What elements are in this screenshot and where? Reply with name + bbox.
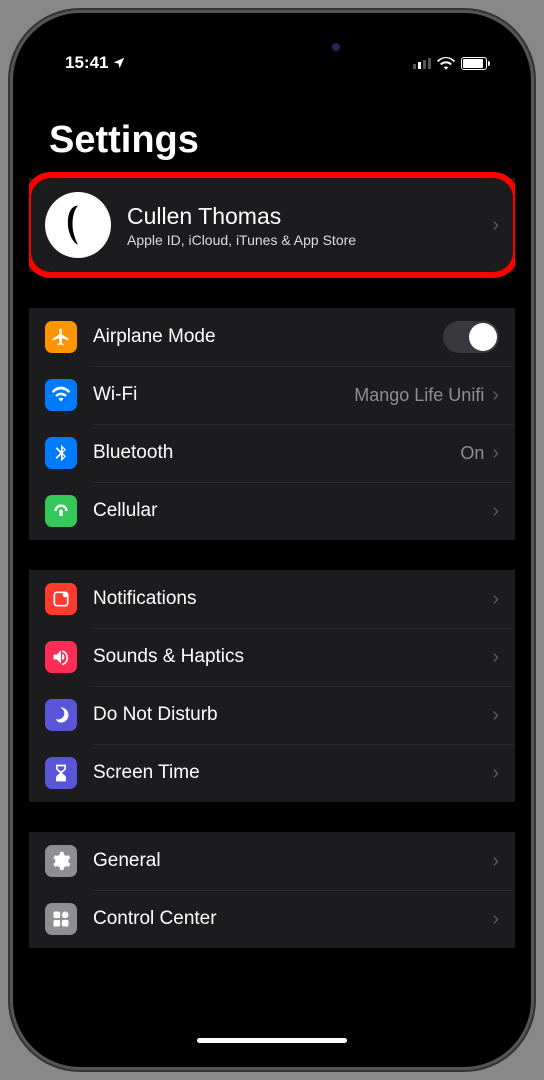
- chevron-right-icon: ›: [492, 908, 499, 931]
- chevron-right-icon: ›: [492, 762, 499, 785]
- hourglass-icon: [45, 757, 77, 789]
- status-time: 15:41: [65, 53, 108, 73]
- general-group: General › Control Center ›: [29, 832, 515, 948]
- chevron-right-icon: ›: [492, 588, 499, 611]
- gear-icon: [45, 845, 77, 877]
- connectivity-group: Airplane Mode Wi-Fi Mango Life Unifi › B…: [29, 308, 515, 540]
- battery-icon: [461, 57, 487, 70]
- general-label: General: [93, 850, 492, 872]
- bluetooth-icon: [45, 437, 77, 469]
- notifications-group: Notifications › Sounds & Haptics › Do No…: [29, 570, 515, 802]
- cellular-label: Cellular: [93, 500, 492, 522]
- chevron-right-icon: ›: [492, 384, 499, 407]
- home-indicator[interactable]: [197, 1038, 347, 1043]
- wifi-value: Mango Life Unifi: [354, 385, 484, 406]
- phone-frame: 15:41 Settings: [10, 10, 534, 1070]
- airplane-label: Airplane Mode: [93, 326, 443, 348]
- bluetooth-row[interactable]: Bluetooth On ›: [29, 424, 515, 482]
- wifi-icon: [437, 56, 455, 70]
- avatar: [45, 192, 111, 258]
- wifi-row[interactable]: Wi-Fi Mango Life Unifi ›: [29, 366, 515, 424]
- chevron-right-icon: ›: [492, 704, 499, 727]
- dnd-row[interactable]: Do Not Disturb ›: [29, 686, 515, 744]
- control-center-icon: [45, 903, 77, 935]
- airplane-mode-row[interactable]: Airplane Mode: [29, 308, 515, 366]
- profile-name: Cullen Thomas: [127, 203, 476, 230]
- notch: [162, 29, 382, 61]
- apple-id-row[interactable]: Cullen Thomas Apple ID, iCloud, iTunes &…: [29, 178, 515, 272]
- settings-content: Settings Cullen Thomas Apple ID, iCloud,…: [29, 99, 515, 1051]
- cellular-signal-icon: [413, 57, 431, 69]
- airplane-toggle[interactable]: [443, 321, 499, 353]
- cellular-row[interactable]: Cellular ›: [29, 482, 515, 540]
- notifications-icon: [45, 583, 77, 615]
- chevron-right-icon: ›: [492, 646, 499, 669]
- sounds-icon: [45, 641, 77, 673]
- notifications-label: Notifications: [93, 588, 492, 610]
- location-icon: [112, 56, 126, 70]
- bluetooth-label: Bluetooth: [93, 442, 460, 464]
- chevron-right-icon: ›: [492, 850, 499, 873]
- control-center-row[interactable]: Control Center ›: [29, 890, 515, 948]
- chevron-right-icon: ›: [492, 442, 499, 465]
- profile-subtitle: Apple ID, iCloud, iTunes & App Store: [127, 232, 476, 248]
- bluetooth-value: On: [460, 443, 484, 464]
- cellular-icon: [45, 495, 77, 527]
- profile-group: Cullen Thomas Apple ID, iCloud, iTunes &…: [29, 178, 515, 272]
- wifi-label: Wi-Fi: [93, 384, 354, 406]
- screen: 15:41 Settings: [29, 29, 515, 1051]
- notifications-row[interactable]: Notifications ›: [29, 570, 515, 628]
- airplane-icon: [45, 321, 77, 353]
- sounds-row[interactable]: Sounds & Haptics ›: [29, 628, 515, 686]
- screentime-label: Screen Time: [93, 762, 492, 784]
- wifi-settings-icon: [45, 379, 77, 411]
- general-row[interactable]: General ›: [29, 832, 515, 890]
- control-center-label: Control Center: [93, 908, 492, 930]
- chevron-right-icon: ›: [492, 500, 499, 523]
- dnd-label: Do Not Disturb: [93, 704, 492, 726]
- page-title: Settings: [29, 99, 515, 172]
- chevron-right-icon: ›: [492, 214, 499, 237]
- moon-icon: [45, 699, 77, 731]
- sounds-label: Sounds & Haptics: [93, 646, 492, 668]
- screentime-row[interactable]: Screen Time ›: [29, 744, 515, 802]
